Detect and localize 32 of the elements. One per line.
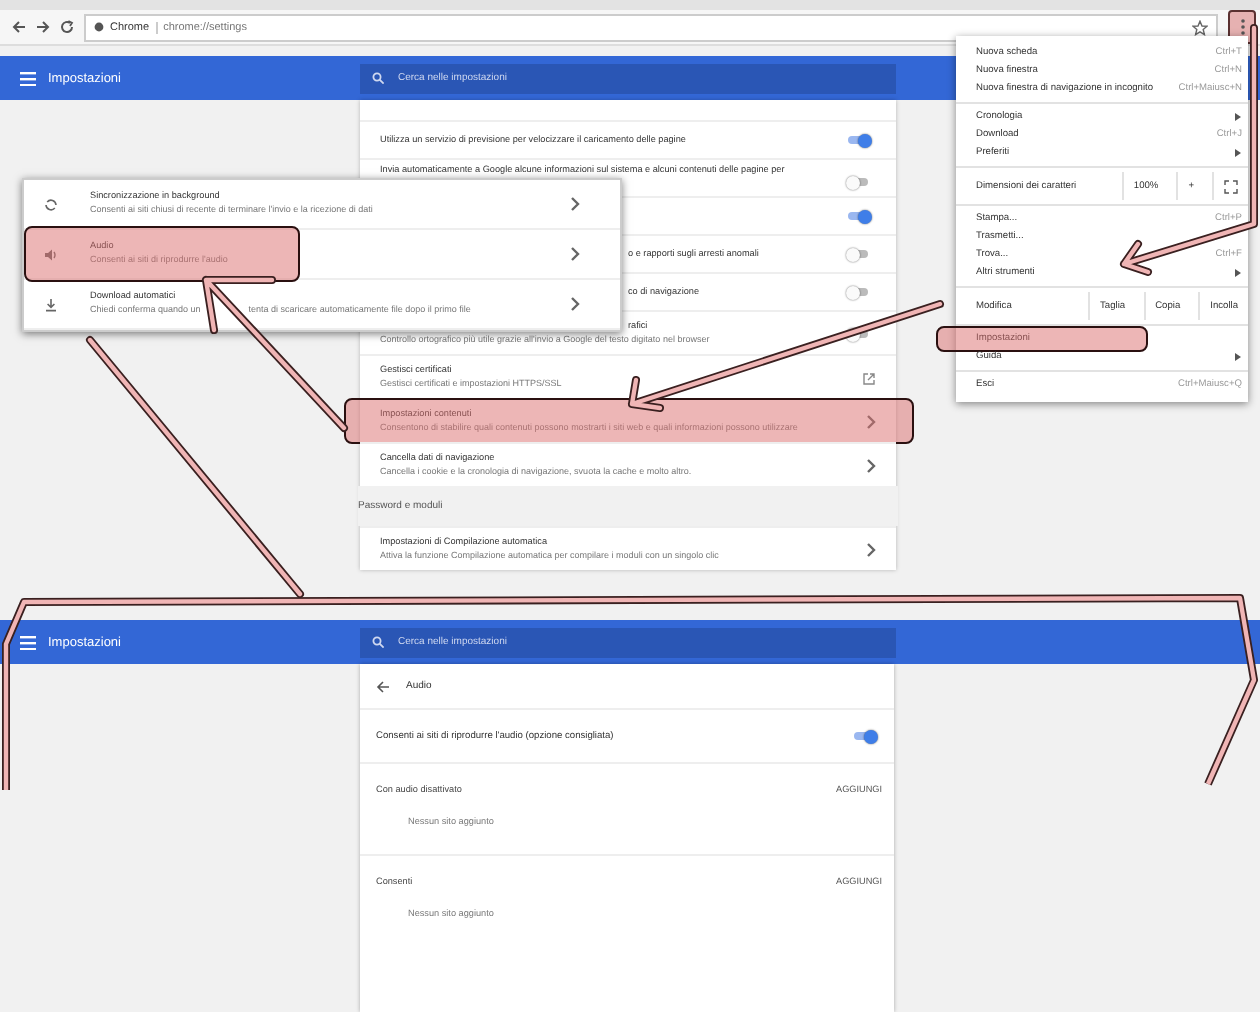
toggle-switch[interactable] [854, 732, 874, 740]
toggle-switch[interactable] [848, 288, 868, 296]
chevron-right-icon [864, 414, 876, 430]
download-icon [44, 297, 58, 311]
toggle-switch[interactable] [848, 212, 868, 220]
submenu-arrow-icon [1234, 352, 1242, 362]
fullscreen-icon [1224, 179, 1238, 193]
search-icon [372, 636, 384, 648]
menu-icon [20, 635, 36, 649]
more-vertical-icon [1239, 18, 1245, 36]
submenu-arrow-icon [1234, 268, 1242, 278]
chevron-right-icon [568, 196, 580, 212]
speaker-icon [44, 247, 58, 261]
star-icon [1192, 19, 1208, 35]
toggle-switch[interactable] [848, 250, 868, 258]
menu-icon [20, 71, 36, 85]
search-icon [372, 72, 384, 84]
chevron-right-icon [568, 296, 580, 312]
forward-arrow-icon [36, 20, 50, 34]
reload-icon [60, 20, 74, 34]
external-link-icon [862, 371, 876, 385]
back-arrow-icon [376, 679, 390, 693]
toggle-switch[interactable] [848, 136, 868, 144]
back-arrow-icon [12, 20, 26, 34]
submenu-arrow-icon [1234, 112, 1242, 122]
chevron-right-icon [864, 542, 876, 558]
chevron-right-icon [864, 458, 876, 474]
sync-icon [44, 197, 58, 211]
submenu-arrow-icon [1234, 148, 1242, 158]
info-icon [94, 22, 104, 32]
chevron-right-icon [568, 246, 580, 262]
toggle-switch[interactable] [848, 178, 868, 186]
